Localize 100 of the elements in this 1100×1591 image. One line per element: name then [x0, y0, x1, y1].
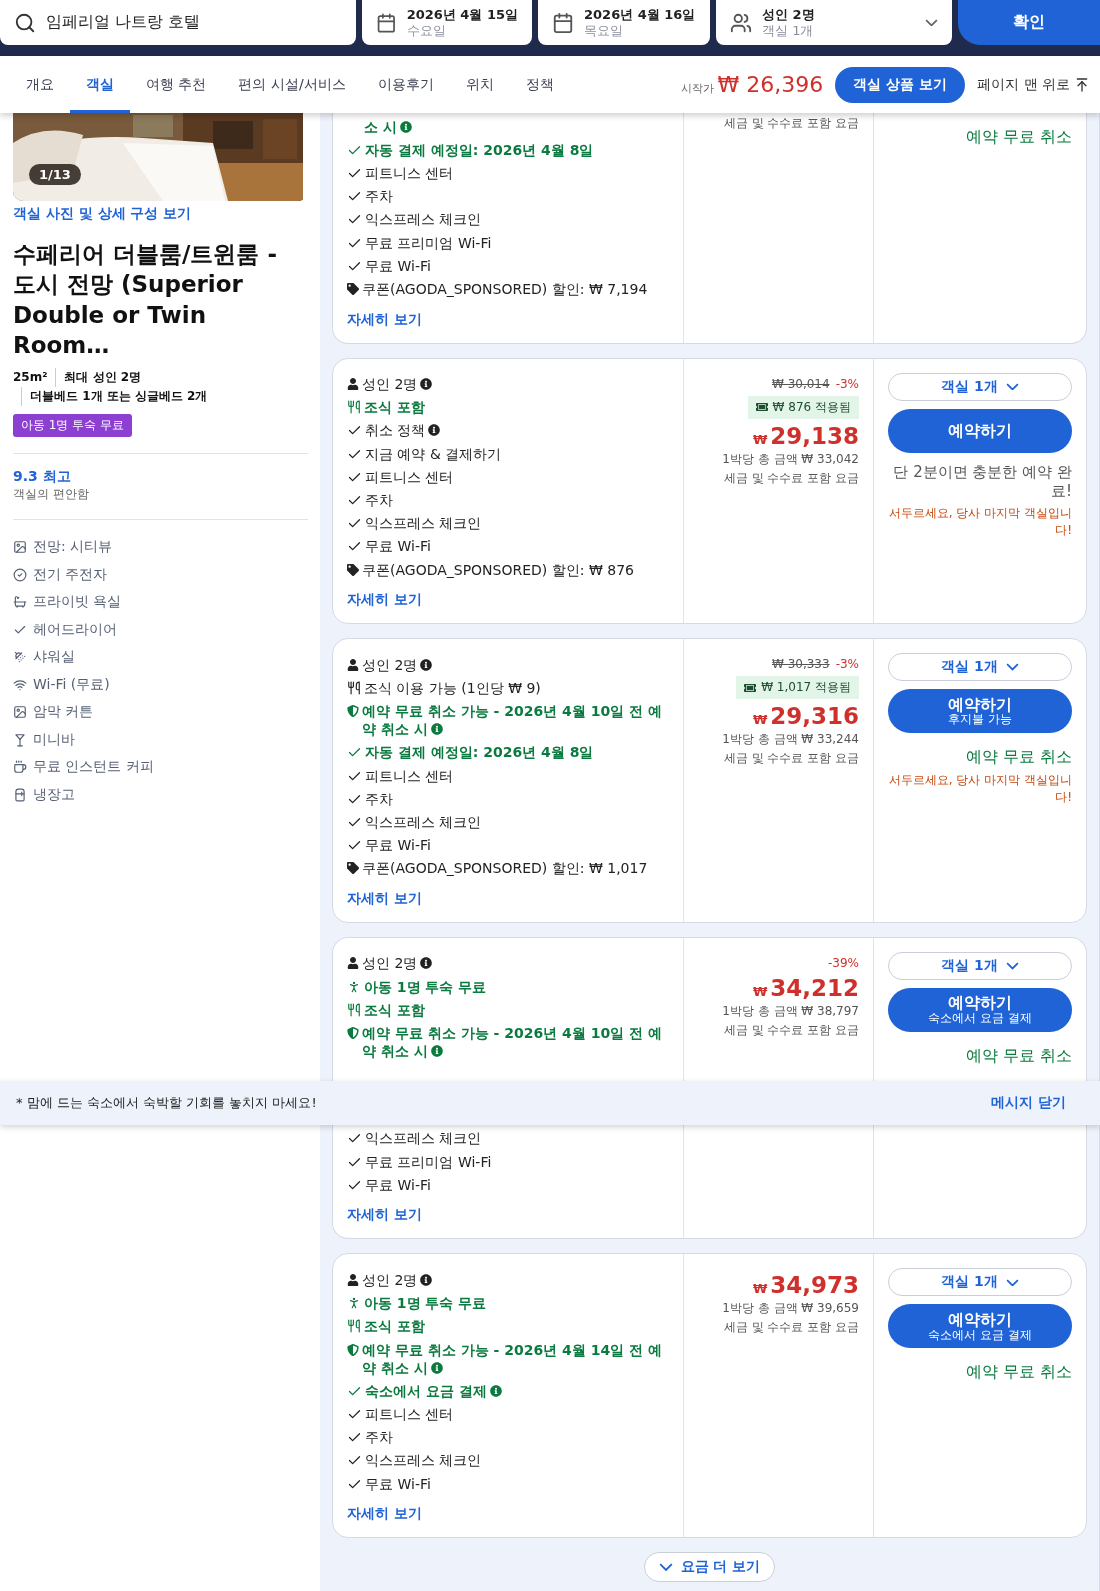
- arrow-up-icon: [1074, 76, 1090, 93]
- feature-text: 익스프레스 체크인: [365, 514, 483, 533]
- search-icon: [14, 11, 36, 34]
- calendar-icon: [552, 11, 574, 34]
- feature-text: 무료 Wi-Fi: [365, 256, 432, 275]
- confirm-button[interactable]: 확인: [958, 0, 1100, 45]
- ticket-icon: [755, 401, 768, 413]
- info-icon: [420, 957, 433, 970]
- feature-text: 익스프레스 체크인: [365, 210, 483, 229]
- tax-note: 세금 및 수수료 포함 요금: [723, 1319, 859, 1337]
- total-price-text: 1박당 총 금액 ₩ 39,659: [722, 1300, 859, 1318]
- room-count-dropdown[interactable]: 객실 1개: [888, 653, 1072, 682]
- details-link[interactable]: 자세히 보기: [347, 1505, 669, 1524]
- urgency-text: 단 2분이면 충분한 예약 완료!: [892, 462, 1072, 501]
- amenity-text: 냉장고: [33, 785, 75, 804]
- amenity-text: 미니바: [33, 730, 75, 749]
- free-cancellation-text: 예약 무료 취소: [965, 1045, 1072, 1067]
- info-icon: [430, 1361, 443, 1374]
- check-circle-icon: [13, 567, 27, 582]
- free-cancellation-text: 예약 무료 취소: [965, 1362, 1072, 1384]
- notice-text: * 맘에 드는 숙소에서 숙박할 기회를 놓치지 마세요!: [16, 1093, 317, 1112]
- details-link[interactable]: 자세히 보기: [347, 591, 669, 610]
- details-link[interactable]: 자세히 보기: [347, 1206, 669, 1225]
- chevron-down-icon: [925, 18, 938, 27]
- shield-icon: [347, 1343, 359, 1356]
- feature-text: 피트니스 센터: [365, 163, 455, 182]
- original-price: ₩ 30,333: [771, 657, 830, 672]
- feature-text: 자동 결제 예정일: 2026년 4월 8일: [365, 140, 595, 159]
- ticket-icon: [744, 681, 757, 694]
- feature-text: 조식 포함: [364, 1000, 426, 1019]
- feature-text: 쿠폰(AGODA_SPONSORED) 할인: ₩ 7,194: [362, 279, 649, 298]
- back-to-top-link[interactable]: 페이지 맨 위로: [977, 75, 1090, 94]
- nav-tab[interactable]: 개요: [10, 56, 70, 113]
- tag-icon: [347, 282, 359, 295]
- room-count-dropdown[interactable]: 객실 1개: [888, 951, 1072, 980]
- tag-icon: [347, 862, 359, 875]
- person-icon: [347, 378, 359, 391]
- room-count-dropdown[interactable]: 객실 1개: [888, 372, 1072, 401]
- feature-text: 성인 2명: [362, 1271, 669, 1290]
- view-rooms-button[interactable]: 객실 상품 보기: [835, 66, 966, 103]
- feature-text: 성인 2명: [362, 954, 669, 973]
- check-out-field[interactable]: 2026년 4월 16일 목요일: [538, 0, 710, 45]
- amenity-text: 샤워실: [33, 648, 75, 667]
- bath-icon: [13, 595, 27, 610]
- amenity-text: 암막 커튼: [33, 703, 94, 722]
- details-link[interactable]: 자세히 보기: [347, 889, 669, 908]
- amenity-text: 전망: 시티뷰: [33, 538, 113, 557]
- amenity-text: 프라이빗 욕실: [33, 593, 122, 612]
- child-icon: [347, 979, 361, 994]
- feature-text: 피트니스 센터: [365, 766, 455, 785]
- room-spec: 최대 성인 2명: [55, 368, 142, 388]
- book-button[interactable]: 예약하기 숙소에서 요금 결제: [888, 1304, 1072, 1349]
- nav-tab[interactable]: 위치: [449, 56, 510, 113]
- tag-icon: [347, 563, 359, 576]
- chevron-down-icon: [1005, 1278, 1019, 1287]
- users-icon: [730, 11, 752, 34]
- more-rates-button[interactable]: 요금 더 보기: [643, 1552, 776, 1583]
- details-link[interactable]: 자세히 보기: [347, 310, 669, 329]
- shower-icon: [13, 650, 27, 665]
- price-text: 29,316: [770, 703, 859, 730]
- feature-text: 조식 이용 가능 (1인당 ₩ 9): [364, 678, 542, 697]
- close-message-button[interactable]: 메시지 닫기: [985, 1092, 1072, 1113]
- nav-tab[interactable]: 정책: [509, 56, 570, 113]
- feature-text: 익스프레스 체크인: [365, 812, 483, 831]
- feature-text: 숙소에서 요금 결제: [365, 1381, 669, 1400]
- feature-text: 쿠폰(AGODA_SPONSORED) 할인: ₩ 876: [362, 560, 635, 579]
- info-icon: [420, 1274, 433, 1287]
- room-spec: 더블베드 1개 또는 싱글베드 2개: [21, 387, 208, 406]
- price-text: 29,138: [770, 422, 859, 449]
- room-photos-link[interactable]: 객실 사진 및 상세 구성 보기: [13, 205, 192, 223]
- nav-tab[interactable]: 편의 시설/서비스: [222, 56, 362, 113]
- nav-tab[interactable]: 여행 추천: [130, 56, 223, 113]
- nav-tab[interactable]: 이용후기: [361, 56, 450, 113]
- tax-note: 세금 및 수수료 포함 요금: [723, 750, 859, 768]
- cocktail-icon: [13, 732, 27, 747]
- room-count-dropdown[interactable]: 객실 1개: [888, 1268, 1072, 1297]
- photo-counter: 1/13: [29, 164, 81, 185]
- book-button[interactable]: 예약하기 숙소에서 요금 결제: [888, 987, 1072, 1032]
- check-in-field[interactable]: 2026년 4월 15일 수요일: [362, 0, 532, 45]
- child-icon: [347, 1296, 361, 1311]
- chevron-down-icon: [1005, 382, 1019, 391]
- discount-text: -3%: [835, 657, 859, 672]
- image-icon: [13, 540, 27, 555]
- feature-text: 성인 2명: [362, 375, 669, 394]
- utensils-icon: [347, 680, 361, 695]
- search-field[interactable]: 임페리얼 나트랑 호텔: [0, 0, 356, 45]
- feature-text: 무료 Wi-Fi: [365, 836, 432, 855]
- book-button[interactable]: 예약하기 후지불 가능: [888, 689, 1072, 734]
- tax-note: 세금 및 수수료 포함 요금: [723, 469, 859, 487]
- shield-icon: [347, 705, 359, 718]
- feature-text: 조식 포함: [364, 398, 426, 417]
- feature-text: 지금 예약 & 결제하기: [365, 444, 503, 463]
- feature-text: 피트니스 센터: [365, 1404, 455, 1423]
- book-button[interactable]: 예약하기: [888, 408, 1072, 453]
- utensils-icon: [347, 1319, 361, 1334]
- guests-field[interactable]: 성인 2명 객실 1개: [716, 0, 952, 45]
- feature-text: 소 시: [364, 117, 669, 136]
- amenity-text: 전기 주전자: [33, 565, 108, 584]
- utensils-icon: [347, 1002, 361, 1017]
- feature-text: 쿠폰(AGODA_SPONSORED) 할인: ₩ 1,017: [362, 859, 649, 878]
